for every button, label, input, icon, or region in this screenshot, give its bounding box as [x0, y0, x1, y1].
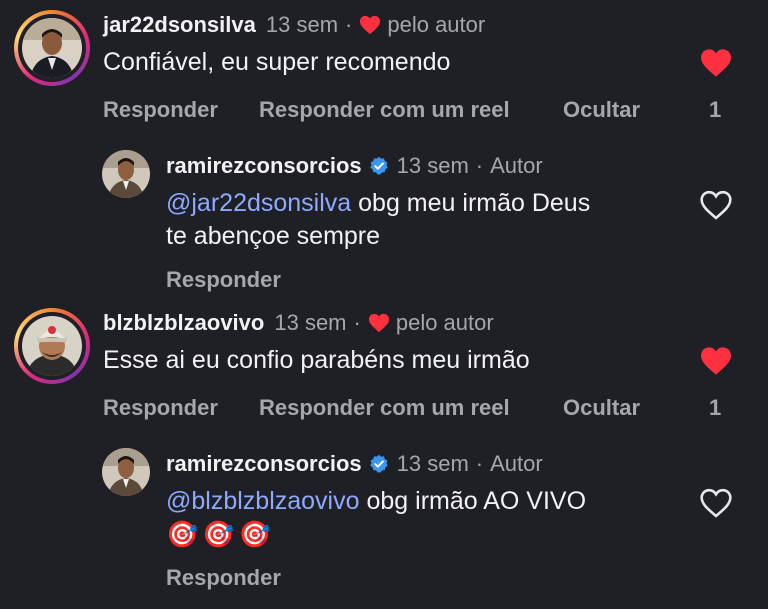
- reply-text-line1: obg meu irmão Deus: [351, 189, 591, 217]
- reply-with-reel-button[interactable]: Responder com um reel: [259, 97, 510, 123]
- comment: jar22dsonsilva 13 sem · pelo autor Confi…: [0, 0, 768, 300]
- reply-meta: ramirezconsorcios 13 sem · Autor: [166, 153, 543, 179]
- separator-dot: ·: [475, 153, 484, 178]
- like-count[interactable]: 1: [709, 97, 721, 123]
- reply-meta: ramirezconsorcios 13 sem · Autor: [166, 451, 543, 477]
- comment-username[interactable]: jar22dsonsilva: [103, 12, 256, 38]
- comment-meta: blzblzblzaovivo 13 sem · pelo autor: [103, 310, 494, 336]
- comment-actions: Responder Responder com um reel Ocultar: [0, 395, 768, 425]
- comment-actions: Responder Responder com um reel Ocultar: [0, 97, 768, 127]
- comment-username[interactable]: blzblzblzaovivo: [103, 310, 264, 336]
- reply-button[interactable]: Responder: [103, 395, 218, 421]
- comment-time: 13 sem: [274, 310, 347, 335]
- reply-button[interactable]: Responder: [103, 97, 218, 123]
- comments-thread: jar22dsonsilva 13 sem · pelo autor Confi…: [0, 0, 768, 609]
- reply-actions: Responder: [166, 565, 281, 591]
- heart-filled-icon: [360, 15, 381, 35]
- avatar[interactable]: [102, 448, 150, 496]
- comment: blzblzblzaovivo 13 sem · pelo autor Esse…: [0, 298, 768, 609]
- avatar[interactable]: [22, 18, 82, 78]
- reply-username[interactable]: ramirezconsorcios: [166, 153, 362, 179]
- verified-badge-icon: [369, 454, 388, 473]
- author-badge: Autor: [490, 451, 543, 476]
- reply-time: 13 sem: [396, 451, 469, 476]
- reply-button[interactable]: Responder: [166, 565, 281, 590]
- heart-filled-icon[interactable]: [699, 48, 733, 78]
- verified-badge-icon: [369, 156, 388, 175]
- hide-button[interactable]: Ocultar: [563, 395, 640, 421]
- separator-dot: ·: [353, 310, 361, 335]
- reply-text: @blzblzblzaovivo obg irmão AO VIVO 🎯🎯🎯: [166, 485, 586, 552]
- reply-actions: Responder: [166, 267, 281, 293]
- heart-filled-icon: [368, 313, 389, 333]
- reply-username[interactable]: ramirezconsorcios: [166, 451, 362, 477]
- comment-meta: jar22dsonsilva 13 sem · pelo autor: [103, 12, 485, 38]
- heart-filled-icon[interactable]: [699, 346, 733, 376]
- avatar[interactable]: [22, 316, 82, 376]
- mention-link[interactable]: @jar22dsonsilva: [166, 189, 351, 217]
- mention-link[interactable]: @blzblzblzaovivo: [166, 487, 360, 515]
- comment-time: 13 sem: [265, 12, 339, 37]
- heart-outline-icon[interactable]: [699, 190, 733, 220]
- like-count[interactable]: 1: [709, 395, 721, 421]
- liked-by-author-label: pelo autor: [395, 310, 494, 335]
- author-badge: Autor: [490, 153, 543, 178]
- heart-outline-icon[interactable]: [699, 488, 733, 518]
- reply-text-line1: obg irmão AO VIVO: [359, 487, 587, 515]
- reply-text-line2: te abençoe sempre: [166, 222, 381, 250]
- hide-button[interactable]: Ocultar: [563, 97, 640, 123]
- reply-button[interactable]: Responder: [166, 267, 281, 292]
- separator-dot: ·: [345, 12, 353, 37]
- liked-by-author-label: pelo autor: [387, 12, 486, 37]
- avatar[interactable]: [102, 150, 150, 198]
- reply-with-reel-button[interactable]: Responder com um reel: [259, 395, 510, 421]
- comment-text: Esse ai eu confio parabéns meu irmão: [103, 346, 530, 374]
- reply-time: 13 sem: [396, 153, 469, 178]
- separator-dot: ·: [475, 451, 484, 476]
- reply-text: @jar22dsonsilva obg meu irmão Deus te ab…: [166, 187, 590, 253]
- comment-text: Confiável, eu super recomendo: [103, 48, 451, 76]
- target-emojis: 🎯🎯🎯: [166, 519, 276, 549]
